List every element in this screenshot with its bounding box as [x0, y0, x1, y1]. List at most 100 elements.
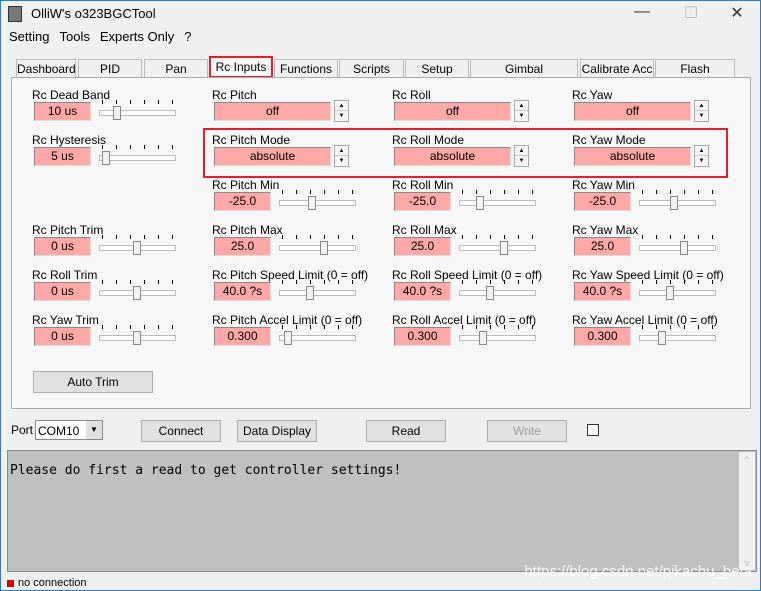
- spin-down-icon[interactable]: ▼: [335, 111, 348, 121]
- rc-yaw-mode-spinner[interactable]: ▲ ▼: [694, 145, 709, 167]
- slider-thumb[interactable]: [658, 331, 666, 345]
- rc-pitch-trim-field[interactable]: 0 us: [34, 237, 91, 256]
- rc-roll-spinner[interactable]: ▲ ▼: [514, 100, 529, 122]
- rc-yaw-accel-limit-0-off-slider[interactable]: [639, 325, 716, 347]
- slider-thumb[interactable]: [666, 286, 674, 300]
- rc-yaw-accel-limit-0-off-field[interactable]: 0.300: [574, 327, 631, 346]
- rc-pitch-spinner[interactable]: ▲ ▼: [334, 100, 349, 122]
- slider-thumb[interactable]: [670, 196, 678, 210]
- slider-thumb[interactable]: [479, 331, 487, 345]
- rc-pitch-trim-slider[interactable]: [99, 235, 176, 257]
- spin-up-icon[interactable]: ▲: [695, 101, 708, 111]
- slider-thumb[interactable]: [133, 286, 141, 300]
- write-button[interactable]: Write: [487, 420, 567, 442]
- rc-hysteresis-slider[interactable]: [99, 145, 176, 167]
- rc-yaw-max-field[interactable]: 25.0: [574, 237, 631, 256]
- chevron-down-icon[interactable]: ▼: [86, 421, 102, 439]
- slider-thumb[interactable]: [680, 241, 688, 255]
- slider-thumb[interactable]: [500, 241, 508, 255]
- slider-thumb[interactable]: [102, 151, 110, 165]
- tab-pid[interactable]: PID: [78, 59, 142, 78]
- slider-thumb[interactable]: [133, 241, 141, 255]
- rc-roll-min-field[interactable]: -25.0: [394, 192, 451, 211]
- close-button[interactable]: ✕: [722, 3, 752, 23]
- rc-pitch-mode-field[interactable]: absolute: [214, 147, 331, 166]
- rc-yaw-field[interactable]: off: [574, 102, 691, 121]
- rc-yaw-min-slider[interactable]: [639, 190, 716, 212]
- rc-pitch-min-slider[interactable]: [279, 190, 356, 212]
- menu-help[interactable]: ?: [176, 27, 191, 47]
- spin-down-icon[interactable]: ▼: [695, 111, 708, 121]
- spin-up-icon[interactable]: ▲: [335, 101, 348, 111]
- tab-flash-firmware[interactable]: Flash Firmware: [655, 59, 735, 94]
- rc-roll-max-slider[interactable]: [459, 235, 536, 257]
- rc-yaw-speed-limit-0-off-slider[interactable]: [639, 280, 716, 302]
- tab-scripts[interactable]: Scripts: [339, 59, 404, 78]
- rc-roll-max-field[interactable]: 25.0: [394, 237, 451, 256]
- rc-roll-field[interactable]: off: [394, 102, 511, 121]
- rc-roll-speed-limit-0-off-slider[interactable]: [459, 280, 536, 302]
- slider-thumb[interactable]: [320, 241, 328, 255]
- spin-down-icon[interactable]: ▼: [515, 156, 528, 166]
- rc-yaw-mode-field[interactable]: absolute: [574, 147, 691, 166]
- rc-pitch-max-field[interactable]: 25.0: [214, 237, 271, 256]
- rc-roll-accel-limit-0-off-slider[interactable]: [459, 325, 536, 347]
- rc-pitch-mode-spinner[interactable]: ▲ ▼: [334, 145, 349, 167]
- console-scrollbar[interactable]: ^ v: [739, 452, 755, 570]
- rc-roll-accel-limit-0-off-field[interactable]: 0.300: [394, 327, 451, 346]
- tab-dashboard[interactable]: Dashboard: [16, 59, 76, 78]
- tab-gimbal-configuration[interactable]: Gimbal Configuration: [470, 59, 578, 94]
- rc-yaw-max-slider[interactable]: [639, 235, 716, 257]
- port-select[interactable]: COM10 ▼: [35, 420, 103, 440]
- rc-yaw-spinner[interactable]: ▲ ▼: [694, 100, 709, 122]
- slider-thumb[interactable]: [284, 331, 292, 345]
- tab-calibrate-acc[interactable]: Calibrate Acc: [580, 59, 654, 78]
- rc-yaw-speed-limit-0-off-field[interactable]: 40.0 ?s: [574, 282, 631, 301]
- rc-pitch-max-slider[interactable]: [279, 235, 356, 257]
- maximize-button[interactable]: ☐: [676, 3, 706, 23]
- spin-down-icon[interactable]: ▼: [335, 156, 348, 166]
- rc-yaw-trim-field[interactable]: 0 us: [34, 327, 91, 346]
- menu-setting[interactable]: Setting: [1, 27, 49, 47]
- rc-roll-speed-limit-0-off-field[interactable]: 40.0 ?s: [394, 282, 451, 301]
- read-button[interactable]: Read: [366, 420, 446, 442]
- spin-down-icon[interactable]: ▼: [515, 111, 528, 121]
- rc-roll-mode-field[interactable]: absolute: [394, 147, 511, 166]
- tab-rc-inputs[interactable]: Rc Inputs: [209, 56, 273, 78]
- data-display-button[interactable]: Data Display: [237, 420, 317, 442]
- slider-thumb[interactable]: [113, 106, 121, 120]
- connect-button[interactable]: Connect: [141, 420, 221, 442]
- slider-thumb[interactable]: [308, 196, 316, 210]
- rc-pitch-min-field[interactable]: -25.0: [214, 192, 271, 211]
- tab-pan[interactable]: Pan: [144, 59, 208, 78]
- spin-up-icon[interactable]: ▲: [515, 101, 528, 111]
- rc-yaw-trim-slider[interactable]: [99, 325, 176, 347]
- minimize-button[interactable]: —: [627, 3, 657, 21]
- spin-down-icon[interactable]: ▼: [695, 156, 708, 166]
- menu-tools[interactable]: Tools: [51, 27, 89, 47]
- rc-pitch-speed-limit-0-off-field[interactable]: 40.0 ?s: [214, 282, 271, 301]
- slider-thumb[interactable]: [486, 286, 494, 300]
- rc-roll-trim-slider[interactable]: [99, 280, 176, 302]
- spin-up-icon[interactable]: ▲: [695, 146, 708, 156]
- rc-roll-mode-spinner[interactable]: ▲ ▼: [514, 145, 529, 167]
- tab-functions[interactable]: Functions: [274, 59, 338, 78]
- slider-thumb[interactable]: [476, 196, 484, 210]
- auto-trim-button[interactable]: Auto Trim: [33, 371, 153, 393]
- slider-thumb[interactable]: [306, 286, 314, 300]
- rc-pitch-speed-limit-0-off-slider[interactable]: [279, 280, 356, 302]
- rc-hysteresis-field[interactable]: 5 us: [34, 147, 91, 166]
- spin-up-icon[interactable]: ▲: [335, 146, 348, 156]
- rc-roll-min-slider[interactable]: [459, 190, 536, 212]
- rc-pitch-accel-limit-0-off-slider[interactable]: [279, 325, 356, 347]
- tab-setup[interactable]: Setup: [405, 59, 469, 78]
- slider-thumb[interactable]: [133, 331, 141, 345]
- checkbox[interactable]: [587, 424, 599, 436]
- menu-experts-only[interactable]: Experts Only: [92, 27, 174, 47]
- rc-roll-trim-field[interactable]: 0 us: [34, 282, 91, 301]
- rc-dead-band-field[interactable]: 10 us: [34, 102, 91, 121]
- rc-pitch-field[interactable]: off: [214, 102, 331, 121]
- spin-up-icon[interactable]: ▲: [515, 146, 528, 156]
- rc-yaw-min-field[interactable]: -25.0: [574, 192, 631, 211]
- rc-dead-band-slider[interactable]: [99, 100, 176, 122]
